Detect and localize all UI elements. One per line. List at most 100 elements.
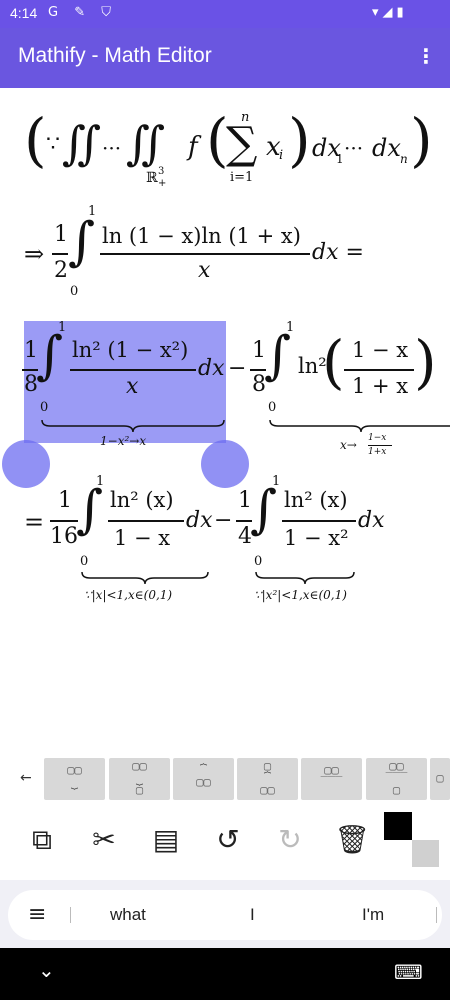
l2-frac-den: 2 <box>54 258 68 283</box>
redo-icon[interactable]: ↻ <box>268 818 312 862</box>
suggestion-2[interactable]: I <box>250 905 255 925</box>
l3-underbrace-2-num: 1−x <box>368 433 387 443</box>
status-notification-icons: G ✎ ⛉ <box>48 5 117 20</box>
overflow-menu-icon[interactable]: ⋮ <box>416 44 436 68</box>
l3-underbrace-2-den: 1+x <box>368 447 387 457</box>
l3-paren-close: ) <box>414 328 437 396</box>
l3-paren-frac-num: 1 − x <box>352 338 409 362</box>
l1-x-sub: i <box>279 148 284 163</box>
status-system-icons: ▾◢▮ <box>372 5 408 20</box>
l3-underbrace-2-label: x→ <box>340 438 357 452</box>
l1-close-paren-2: ) <box>288 106 311 174</box>
foreground-color-swatch[interactable] <box>384 812 412 840</box>
l4-frac-bar <box>50 520 78 522</box>
l2-implies: ⇒ <box>24 240 45 268</box>
l3-fraction-bar <box>70 369 196 371</box>
l1-double-integral-2: ∬ <box>126 116 166 170</box>
l4-frac-num: 1 <box>58 488 72 513</box>
delete-icon[interactable]: 🗑 <box>330 818 374 862</box>
template-overbrace-glyph: ⏞ ▢▢ <box>196 763 211 789</box>
l1-double-integral: ∬ <box>62 116 102 170</box>
l4-fraction2-numerator: ln² (x) <box>284 488 348 512</box>
l4-fraction-denominator: 1 − x <box>114 526 171 550</box>
l1-dxn: dx <box>372 134 401 162</box>
l1-close-paren: ) <box>410 106 433 174</box>
l3-underbrace-2 <box>269 419 450 433</box>
cut-icon[interactable]: ✂ <box>82 818 126 862</box>
l3-dx: dx <box>198 356 225 381</box>
status-bar: 4:14 G ✎ ⛉ ▾◢▮ <box>0 0 450 28</box>
suggestion-3[interactable]: I'm <box>362 905 384 925</box>
keyboard-suggestion-bar: ≡ what I I'm <box>0 880 450 948</box>
l4-fraction-numerator: ln² (x) <box>110 488 174 512</box>
template-overbrace[interactable]: ⏞ ▢▢ <box>173 758 234 800</box>
l4-dx: dx <box>186 508 213 533</box>
l3-fraction-numerator: ln² (1 − x²) <box>72 338 189 362</box>
l3-underbrace-1-label: 1−x²→x <box>100 434 147 448</box>
l2-integral: ∫ <box>68 212 96 272</box>
template-underline-label-glyph: ▢▢ ‾‾‾ ▢ <box>385 759 408 797</box>
math-editor-canvas[interactable]: ( ∵ ∬ ··· ∬ ℝ 3 + f ( n ∑ i=1 x i ) dx 1… <box>0 88 450 748</box>
l4-underbrace-2 <box>255 571 355 585</box>
templates-back-arrow[interactable]: ← <box>20 770 32 786</box>
l1-domain-sub: + <box>158 178 167 189</box>
l2-fraction-bar <box>100 253 310 255</box>
suggestion-separator <box>70 907 71 923</box>
keyboard-switch-icon[interactable]: ⌨ <box>394 960 423 984</box>
template-more[interactable]: ▢ <box>430 758 450 800</box>
template-underbrace-glyph: ▢▢ ⏟ <box>67 763 82 789</box>
l4-fraction2-bar <box>282 520 356 522</box>
l4-integral-2: ∫ <box>250 480 278 540</box>
l4-underbrace-1 <box>81 571 209 585</box>
l4-integral: ∫ <box>76 480 104 540</box>
suggestion-1[interactable]: what <box>110 905 146 925</box>
app-bar: Mathify - Math Editor ⋮ <box>0 28 450 88</box>
l4-fraction-bar <box>108 520 184 522</box>
template-underline-label[interactable]: ▢▢ ‾‾‾ ▢ <box>366 758 427 800</box>
l4-int-bottom: 0 <box>80 554 89 569</box>
template-underline[interactable]: ▢▢ ‾‾‾ <box>301 758 362 800</box>
l3-int2-bottom: 0 <box>268 400 277 415</box>
app-title: Mathify - Math Editor <box>18 44 212 67</box>
l1-dx1-sub: 1 <box>336 152 344 166</box>
l4-dx-2: dx <box>358 508 385 533</box>
l1-f: f <box>188 132 198 162</box>
template-underbrace[interactable]: ▢▢ ⏟ <box>44 758 105 800</box>
l4-fraction2-denominator: 1 − x² <box>284 526 349 550</box>
l3-paren-frac-den: 1 + x <box>352 374 409 398</box>
l1-domain: ℝ <box>146 170 158 186</box>
background-color-swatch[interactable] <box>412 840 439 867</box>
template-underbrace-label-glyph: ▢▢ ⏟ ▢ <box>132 759 147 797</box>
status-time: 4:14 <box>10 5 38 21</box>
template-overbrace-label-glyph: ▢ ⏞ ▢▢ <box>260 759 275 797</box>
l2-frac-bar <box>52 253 68 255</box>
l4-int2-bottom: 0 <box>254 554 263 569</box>
undo-icon[interactable]: ↺ <box>206 818 250 862</box>
l1-sum-bottom: i=1 <box>230 170 254 185</box>
l1-open-paren: ( <box>24 106 47 174</box>
copy-icon[interactable]: ⧉ <box>20 818 64 862</box>
l1-sum: ∑ <box>226 118 258 169</box>
hide-keyboard-icon[interactable]: ⌄ <box>38 958 55 982</box>
l4-frac-den: 16 <box>50 524 78 549</box>
keyboard-menu-icon[interactable]: ≡ <box>28 902 46 927</box>
l2-fraction-numerator: ln (1 − x)ln (1 + x) <box>102 224 301 248</box>
l3-paren-frac-bar <box>344 369 414 371</box>
l3-minus: − <box>228 356 247 381</box>
suggestion-separator-2 <box>436 907 437 923</box>
l1-because: ∵ <box>46 132 60 157</box>
template-underbrace-label[interactable]: ▢▢ ⏟ ▢ <box>109 758 170 800</box>
l3-underbrace-1 <box>41 419 225 433</box>
template-more-glyph: ▢ <box>436 771 444 785</box>
template-underline-glyph: ▢▢ ‾‾‾ <box>320 763 343 789</box>
l3-underbrace-2-bar <box>368 445 392 446</box>
l1-dxn-sub: n <box>400 152 408 166</box>
l3-integral: ∫ <box>36 326 64 386</box>
l4-underbrace-2-label: ∵|x²|<1,x∈(0,1) <box>254 588 347 602</box>
template-overbrace-label[interactable]: ▢ ⏞ ▢▢ <box>237 758 298 800</box>
l1-dots: ··· <box>102 136 122 160</box>
paste-icon[interactable]: ▤ <box>144 818 188 862</box>
l4-equals: = <box>24 508 45 536</box>
l2-fraction-denominator: x <box>198 258 211 283</box>
l4-minus: − <box>214 508 233 533</box>
